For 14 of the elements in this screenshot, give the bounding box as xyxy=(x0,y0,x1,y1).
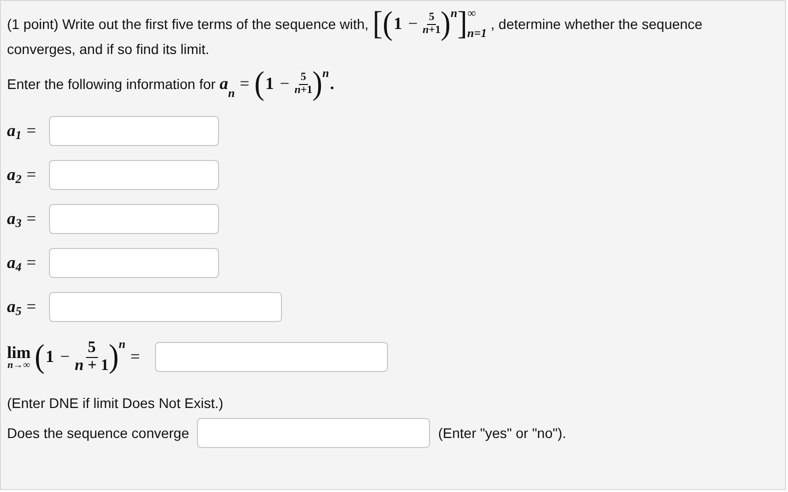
question-text: , determine whether the sequence xyxy=(490,16,702,32)
answer-field[interactable] xyxy=(155,342,388,372)
instruction-text: Enter the following information for xyxy=(7,76,216,92)
note-text: (Enter DNE if limit Does Not Exist.) xyxy=(7,395,224,411)
answer-field[interactable] xyxy=(49,116,219,146)
hint-text: (Enter "yes" or "no"). xyxy=(438,425,566,441)
answer-field[interactable] xyxy=(197,418,430,448)
question-text: Does the sequence converge xyxy=(7,425,190,441)
answer-field[interactable] xyxy=(49,248,219,278)
question-text: (1 point) Write out the first five terms of the sequence with, xyxy=(7,16,369,32)
answer-field[interactable] xyxy=(49,160,219,190)
question-text: converges, and if so find its limit. xyxy=(7,41,210,57)
answer-field[interactable] xyxy=(49,292,282,322)
answer-field[interactable] xyxy=(49,204,219,234)
